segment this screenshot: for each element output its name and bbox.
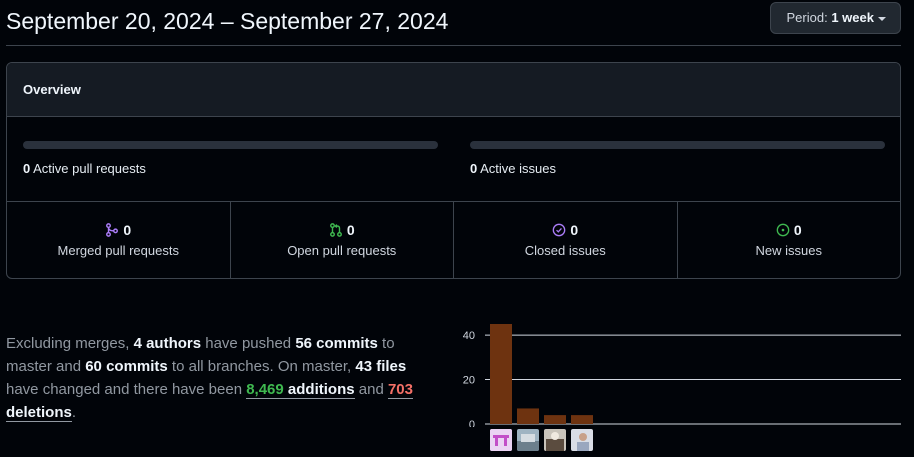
summary-text: and [354,381,388,398]
author-avatar[interactable] [517,429,539,451]
stat-new-issues[interactable]: 0 New issues [678,202,901,278]
author-avatar[interactable] [571,429,593,451]
overview-activity: 0 Active pull requests 0 Active issues [7,117,900,202]
merge-icon [106,223,119,237]
caret-down-icon [878,16,886,21]
authors-count: 4 authors [133,335,202,352]
active-pull-requests-bar [23,141,438,149]
deletions-count: 703 [387,381,413,398]
issue-opened-icon [776,223,790,237]
pull-request-icon [329,223,342,237]
author-photo [517,429,539,451]
commit-bar[interactable] [490,324,512,424]
master-commits-count: 56 commits [295,335,378,352]
additions-word: additions [283,381,355,398]
commit-bar[interactable] [544,415,566,424]
stat-open-pull-requests[interactable]: 0 Open pull requests [231,202,454,278]
new-issues-count: 0 [793,222,802,238]
active-issues-link[interactable]: 0 Active issues [470,161,556,176]
commit-summary: Excluding merges, 4 authors have pushed … [6,332,426,424]
author-avatar[interactable] [490,429,512,451]
deletions-word: deletions [6,404,72,421]
active-pull-requests-count: 0 [23,161,31,176]
overview-stats: 0 Merged pull requests 0 Open pull reque… [7,202,900,278]
closed-issues-label: Closed issues [524,243,606,258]
stat-closed-issues[interactable]: 0 Closed issues [454,202,678,278]
summary-text: have changed and there have been [6,381,247,398]
author-photo [571,429,593,451]
overview-box: Overview 0 Active pull requests 0 Active… [6,62,901,279]
merged-pull-requests-count: 0 [123,222,132,238]
stat-merged-pull-requests[interactable]: 0 Merged pull requests [7,202,231,278]
summary-text: to all branches. On master, [167,358,356,375]
y-tick-label: 0 [469,419,475,427]
open-pull-requests-count: 0 [346,222,355,238]
additions-count: 8,469 [246,381,284,398]
check-circle-icon [553,223,566,237]
active-pull-requests-label: Active pull requests [33,161,146,176]
summary-text: . [71,404,77,421]
author-photo [544,429,566,451]
author-identicon [490,429,512,451]
active-issues-bar [470,141,885,149]
period-prefix: Period: [786,10,828,25]
active-issues-label: Active issues [480,161,557,176]
commits-chart-svg: 40 20 0 [463,324,901,427]
commits-by-author-chart: 40 20 0 [455,322,905,457]
period-dropdown-button[interactable]: Period: 1 week [769,2,901,34]
new-issues-label: New issues [755,243,822,258]
additions-link[interactable]: 8,469 additions [246,381,355,399]
author-avatar[interactable] [544,429,566,451]
commit-bar[interactable] [517,408,539,424]
closed-issues-count: 0 [570,222,579,238]
files-changed-count: 43 files [355,358,407,375]
active-issues-count: 0 [470,161,478,176]
y-tick-label: 20 [463,375,475,387]
overview-title: Overview [7,63,900,117]
commit-bar[interactable] [571,415,593,424]
summary-text: have pushed [201,335,296,352]
summary-text: Excluding merges, [6,335,134,352]
page-title: September 20, 2024 – September 27, 2024 [6,8,449,34]
open-pull-requests-label: Open pull requests [287,243,397,258]
y-tick-label: 40 [463,330,475,342]
active-pull-requests-link[interactable]: 0 Active pull requests [23,161,146,176]
page-header: September 20, 2024 – September 27, 2024 … [6,0,901,46]
merged-pull-requests-label: Merged pull requests [57,243,179,258]
period-value: 1 week [831,10,874,25]
all-branches-commits-count: 60 commits [85,358,168,375]
